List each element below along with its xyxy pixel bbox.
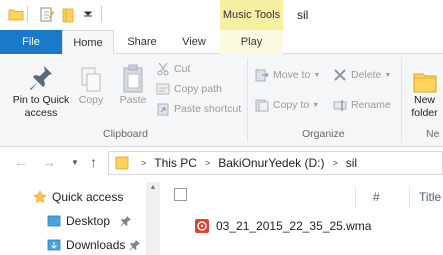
recent-locations-chevron-icon[interactable]: ▼ — [71, 158, 79, 167]
new-folder-qat-button[interactable] — [61, 7, 75, 26]
tab-share[interactable]: Share — [116, 30, 168, 54]
tab-file[interactable]: File — [0, 30, 62, 54]
ribbon-tabs: File Home Share View Play — [0, 30, 443, 55]
copy-path-icon — [156, 82, 170, 96]
properties-icon — [40, 7, 54, 26]
cut-button[interactable]: Cut — [156, 60, 190, 78]
delete-label: Delete — [351, 69, 382, 81]
wma-file-icon — [194, 218, 210, 234]
select-all-checkbox[interactable] — [174, 188, 187, 201]
copy-label: Copy — [78, 94, 104, 106]
copy-to-button[interactable]: Copy to ▼ — [255, 96, 319, 114]
pin-icon[interactable] — [120, 215, 132, 227]
nav-item-downloads[interactable]: Downloads — [47, 238, 141, 252]
copy-to-label: Copy to — [273, 99, 310, 111]
paste-shortcut-icon — [156, 102, 170, 116]
customize-qat-button[interactable] — [83, 9, 93, 21]
paste-button[interactable]: Paste — [114, 58, 152, 107]
address-bar[interactable]: > This PC > BakiOnurYedek (D:) > sil — [108, 151, 443, 175]
move-to-label: Move to — [273, 69, 311, 81]
paste-icon — [114, 58, 152, 94]
breadcrumb-sil[interactable]: sil — [346, 156, 357, 170]
breadcrumb-drive[interactable]: BakiOnurYedek (D:) — [218, 156, 324, 170]
paste-shortcut-button[interactable]: Paste shortcut — [156, 100, 241, 118]
desktop-folder-icon — [47, 214, 61, 228]
dropdown-arrow-icon: ▼ — [313, 71, 321, 79]
column-header-title[interactable]: Title — [419, 190, 441, 204]
dropdown-arrow-icon: ▼ — [384, 71, 392, 79]
delete-x-icon — [333, 68, 347, 82]
file-name: 03_21_2015_22_35_25.wma — [216, 219, 372, 233]
new-folder-icon — [61, 7, 75, 26]
dropdown-arrow-icon: ▼ — [312, 101, 320, 109]
column-separator — [409, 186, 410, 208]
pin-icon — [6, 58, 76, 94]
window-title: sil — [297, 8, 309, 22]
rename-label: Rename — [351, 99, 391, 111]
dropdown-arrow-icon — [83, 9, 93, 21]
nav-item-quick-access[interactable]: Quick access — [33, 190, 123, 204]
file-list: # Title 03_21_2015_22_35_25.wma — [160, 178, 443, 255]
scroll-up-arrow-icon[interactable]: ▲ — [146, 184, 160, 191]
new-folder-icon — [406, 58, 443, 94]
pin-label-line1: Pin to Quick — [12, 94, 70, 106]
new-folder-label-line1: New — [413, 94, 435, 106]
scissors-icon — [156, 62, 170, 76]
tab-play[interactable]: Play — [220, 30, 283, 54]
paste-shortcut-label: Paste shortcut — [174, 103, 242, 115]
navigation-bar: ← → ▼ ↑ > This PC > BakiOnurYedek (D:) >… — [0, 148, 443, 178]
navigation-pane: Quick access Desktop Downloads — [0, 178, 160, 255]
column-header-number[interactable]: # — [373, 190, 380, 204]
move-to-button[interactable]: Move to ▼ — [255, 66, 320, 84]
star-icon — [33, 190, 47, 204]
folder-icon — [115, 156, 129, 170]
new-group-label: Ne — [426, 128, 440, 140]
new-folder-button[interactable]: New folder — [406, 58, 443, 120]
nav-item-label: Desktop — [66, 214, 111, 228]
quick-access-toolbar — [8, 7, 24, 24]
paste-label: Paste — [119, 94, 147, 106]
pin-icon[interactable] — [129, 239, 141, 251]
folder-icon — [8, 7, 24, 24]
rename-icon — [333, 98, 347, 112]
up-arrow-icon[interactable]: ↑ — [90, 154, 97, 170]
nav-item-label: Quick access — [52, 190, 124, 204]
tab-view[interactable]: View — [168, 30, 220, 54]
back-arrow-icon[interactable]: ← — [14, 154, 28, 170]
forward-arrow-icon[interactable]: → — [42, 154, 56, 170]
breadcrumb-chevron-icon[interactable]: > — [205, 158, 210, 168]
pin-label-line2: access — [24, 107, 58, 119]
breadcrumb-chevron-icon[interactable]: > — [333, 158, 338, 168]
nav-item-label: Downloads — [66, 238, 126, 252]
group-separator — [401, 58, 402, 142]
delete-button[interactable]: Delete ▼ — [333, 66, 391, 84]
downloads-folder-icon — [47, 238, 61, 252]
cut-label: Cut — [174, 63, 191, 75]
rename-button[interactable]: Rename — [333, 96, 391, 114]
group-separator — [247, 58, 248, 142]
organize-group-label: Organize — [302, 128, 345, 140]
copy-path-button[interactable]: Copy path — [156, 80, 222, 98]
copy-to-icon — [255, 98, 269, 112]
copy-button[interactable]: Copy — [74, 58, 108, 107]
properties-button[interactable] — [40, 7, 54, 26]
nav-pane-scrollbar[interactable]: ▲ — [146, 182, 160, 255]
music-tools-context-label: Music Tools — [220, 0, 283, 30]
tab-home[interactable]: Home — [62, 30, 114, 55]
ribbon-home: Pin to Quick access Copy Paste Cut Copy … — [0, 54, 443, 147]
title-bar: Music Tools sil — [0, 0, 443, 30]
clipboard-group-label: Clipboard — [103, 128, 148, 140]
move-to-icon — [255, 68, 269, 82]
pin-to-quick-access-button[interactable]: Pin to Quick access — [6, 58, 76, 120]
column-separator — [355, 186, 356, 208]
breadcrumb-chevron-icon[interactable]: > — [141, 158, 146, 168]
copy-path-label: Copy path — [174, 83, 222, 95]
nav-item-desktop[interactable]: Desktop — [47, 214, 132, 228]
new-folder-label-line2: folder — [411, 107, 438, 119]
copy-icon — [74, 58, 108, 94]
file-row[interactable]: 03_21_2015_22_35_25.wma — [194, 218, 371, 234]
breadcrumb-this-pc[interactable]: This PC — [154, 156, 197, 170]
